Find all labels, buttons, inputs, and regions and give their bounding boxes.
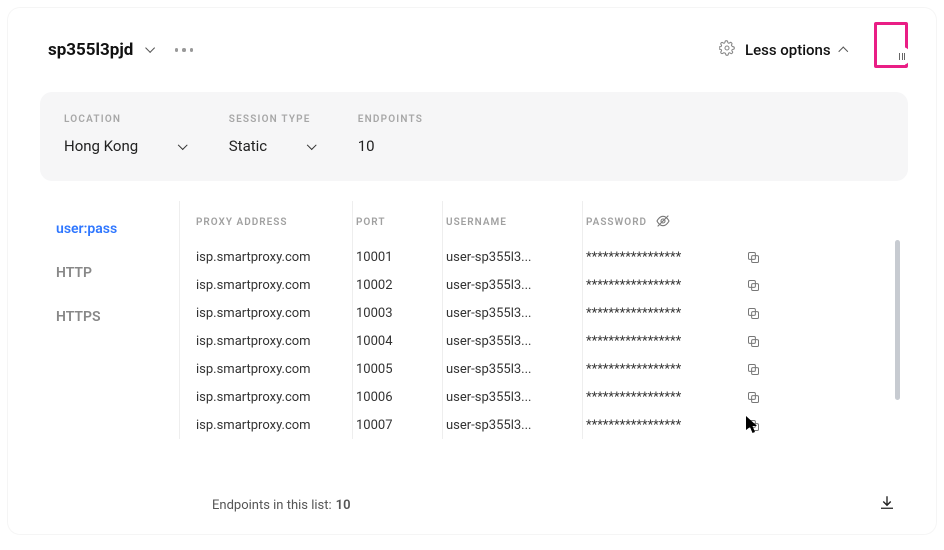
- endpoint-table: PROXY ADDRESS PORT USERNAME PASSWORD isp…: [180, 201, 908, 439]
- table-row: isp.smartproxy.com10003user-sp355l3...**…: [180, 299, 908, 327]
- cell-port: 10003: [356, 306, 446, 321]
- cell-user: user-sp355l3...: [446, 418, 586, 433]
- eye-slash-icon[interactable]: [655, 213, 671, 232]
- cell-password: *****************: [586, 334, 746, 349]
- cell-password: *****************: [586, 418, 746, 433]
- session-type-select[interactable]: Static: [229, 137, 314, 155]
- session-type-label: SESSION TYPE: [229, 114, 314, 125]
- toggle-knob: [893, 47, 911, 65]
- download-button[interactable]: [878, 494, 896, 516]
- cell-user: user-sp355l3...: [446, 278, 586, 293]
- copy-button[interactable]: [746, 306, 796, 321]
- footer-count: 10: [336, 498, 351, 513]
- footer-label: Endpoints in this list:: [212, 498, 332, 513]
- header: sp355l3pjd Less options: [8, 8, 936, 84]
- table-row: isp.smartproxy.com10004user-sp355l3...**…: [180, 327, 908, 355]
- location-select[interactable]: Hong Kong: [64, 137, 185, 155]
- tab-https[interactable]: HTTPS: [56, 299, 171, 343]
- table-row: isp.smartproxy.com10001user-sp355l3...**…: [180, 243, 908, 271]
- cell-proxy: isp.smartproxy.com: [196, 250, 356, 265]
- copy-button[interactable]: [746, 362, 796, 377]
- cell-port: 10002: [356, 278, 446, 293]
- chevron-down-icon[interactable]: [145, 43, 155, 53]
- location-label: LOCATION: [64, 114, 185, 125]
- cell-port: 10007: [356, 418, 446, 433]
- chevron-down-icon: [178, 140, 187, 149]
- copy-button[interactable]: [746, 334, 796, 349]
- table-row: isp.smartproxy.com10006user-sp355l3...**…: [180, 383, 908, 411]
- location-value: Hong Kong: [64, 137, 138, 155]
- cell-user: user-sp355l3...: [446, 306, 586, 321]
- cell-proxy: isp.smartproxy.com: [196, 334, 356, 349]
- copy-button[interactable]: [746, 250, 796, 265]
- chevron-down-icon: [307, 140, 316, 149]
- table-header: PROXY ADDRESS PORT USERNAME PASSWORD: [180, 201, 908, 243]
- copy-button[interactable]: [746, 390, 796, 405]
- format-tabs: user:pass HTTP HTTPS: [36, 201, 180, 439]
- instance-name: sp355l3pjd: [48, 40, 133, 60]
- cell-port: 10006: [356, 390, 446, 405]
- cell-user: user-sp355l3...: [446, 250, 586, 265]
- table-row: isp.smartproxy.com10007user-sp355l3...**…: [180, 411, 908, 439]
- gear-icon: [719, 40, 735, 60]
- controls-panel: LOCATION Hong Kong SESSION TYPE Static E…: [40, 92, 908, 181]
- less-options-label: Less options: [745, 41, 831, 59]
- cell-proxy: isp.smartproxy.com: [196, 278, 356, 293]
- col-username: USERNAME: [446, 217, 586, 228]
- copy-button[interactable]: [746, 418, 796, 433]
- cell-password: *****************: [586, 390, 746, 405]
- col-password: PASSWORD: [586, 213, 746, 232]
- cell-user: user-sp355l3...: [446, 334, 586, 349]
- cell-password: *****************: [586, 306, 746, 321]
- location-control: LOCATION Hong Kong: [64, 114, 185, 155]
- cell-password: *****************: [586, 250, 746, 265]
- cell-port: 10005: [356, 362, 446, 377]
- highlight-box: [874, 22, 908, 68]
- col-port: PORT: [356, 217, 446, 228]
- less-options-toggle[interactable]: Less options: [719, 40, 848, 60]
- cell-password: *****************: [586, 362, 746, 377]
- cell-user: user-sp355l3...: [446, 362, 586, 377]
- chevron-up-icon: [838, 46, 848, 56]
- tab-userpass[interactable]: user:pass: [56, 211, 171, 255]
- endpoints-value: 10: [358, 137, 423, 155]
- endpoints-control: ENDPOINTS 10: [358, 114, 423, 155]
- cell-proxy: isp.smartproxy.com: [196, 306, 356, 321]
- scrollbar-thumb[interactable]: [895, 240, 900, 400]
- cell-proxy: isp.smartproxy.com: [196, 362, 356, 377]
- session-type-value: Static: [229, 137, 267, 155]
- cell-proxy: isp.smartproxy.com: [196, 418, 356, 433]
- col-proxy-address: PROXY ADDRESS: [196, 217, 356, 228]
- footer: Endpoints in this list: 10: [212, 494, 896, 516]
- tab-http[interactable]: HTTP: [56, 255, 171, 299]
- cell-password: *****************: [586, 278, 746, 293]
- endpoints-label: ENDPOINTS: [358, 114, 423, 125]
- cell-proxy: isp.smartproxy.com: [196, 390, 356, 405]
- session-type-control: SESSION TYPE Static: [229, 114, 314, 155]
- copy-button[interactable]: [746, 278, 796, 293]
- cell-user: user-sp355l3...: [446, 390, 586, 405]
- table-row: isp.smartproxy.com10005user-sp355l3...**…: [180, 355, 908, 383]
- content: user:pass HTTP HTTPS PROXY ADDRESS PORT …: [36, 201, 908, 439]
- table-row: isp.smartproxy.com10002user-sp355l3...**…: [180, 271, 908, 299]
- cell-port: 10004: [356, 334, 446, 349]
- cell-port: 10001: [356, 250, 446, 265]
- more-menu-button[interactable]: [175, 48, 194, 52]
